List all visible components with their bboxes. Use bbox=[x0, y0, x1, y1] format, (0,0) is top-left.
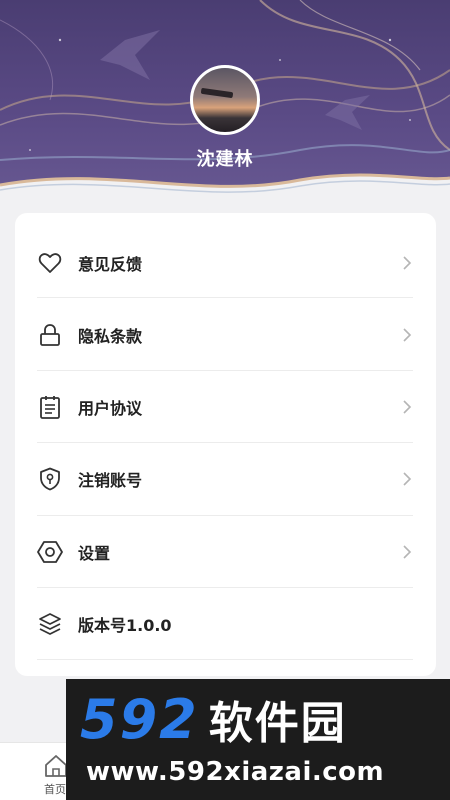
menu-item-version: 版本号1.0.0 bbox=[15, 588, 436, 660]
menu-item-label: 设置 bbox=[78, 544, 111, 563]
menu-item-feedback[interactable]: 意见反馈 bbox=[15, 227, 436, 299]
hexagon-settings-icon bbox=[37, 539, 63, 565]
divider bbox=[37, 659, 413, 660]
shield-key-icon bbox=[37, 466, 63, 492]
avatar[interactable] bbox=[190, 65, 260, 135]
menu-item-user-agreement[interactable]: 用户协议 bbox=[15, 371, 436, 443]
watermark-logo: 592 软件园 bbox=[80, 688, 347, 751]
watermark-url: www.592xiazai.com bbox=[86, 757, 385, 787]
profile-header: 沈建林 bbox=[0, 0, 450, 215]
menu-card: 意见反馈 隐私条款 用户协议 注销账号 设置 版本号1.0.0 bbox=[15, 213, 436, 676]
menu-item-label: 隐私条款 bbox=[78, 327, 143, 346]
lock-icon bbox=[37, 322, 63, 348]
watermark-brand-number: 592 bbox=[80, 687, 199, 751]
version-label: 版本号1.0.0 bbox=[78, 616, 172, 635]
menu-item-deactivate-account[interactable]: 注销账号 bbox=[15, 443, 436, 515]
watermark-brand-text: 软件园 bbox=[208, 698, 347, 749]
menu-item-privacy[interactable]: 隐私条款 bbox=[15, 299, 436, 371]
menu-item-label: 注销账号 bbox=[78, 471, 143, 490]
chevron-right-icon bbox=[403, 328, 412, 342]
user-name: 沈建林 bbox=[196, 149, 254, 170]
chevron-right-icon bbox=[403, 400, 412, 414]
watermark-banner: 592 软件园 www.592xiazai.com bbox=[66, 679, 450, 800]
tab-home-label: 首页 bbox=[44, 783, 66, 796]
menu-item-settings[interactable]: 设置 bbox=[15, 516, 436, 588]
menu-item-label: 意见反馈 bbox=[78, 255, 143, 274]
avatar-photo bbox=[200, 87, 234, 99]
document-icon bbox=[37, 394, 63, 420]
chevron-right-icon bbox=[403, 472, 412, 486]
divider bbox=[37, 297, 413, 298]
chevron-right-icon bbox=[403, 256, 412, 270]
heart-icon bbox=[37, 250, 63, 276]
menu-item-label: 用户协议 bbox=[78, 399, 143, 418]
layers-icon bbox=[37, 611, 63, 637]
chevron-right-icon bbox=[403, 545, 412, 559]
